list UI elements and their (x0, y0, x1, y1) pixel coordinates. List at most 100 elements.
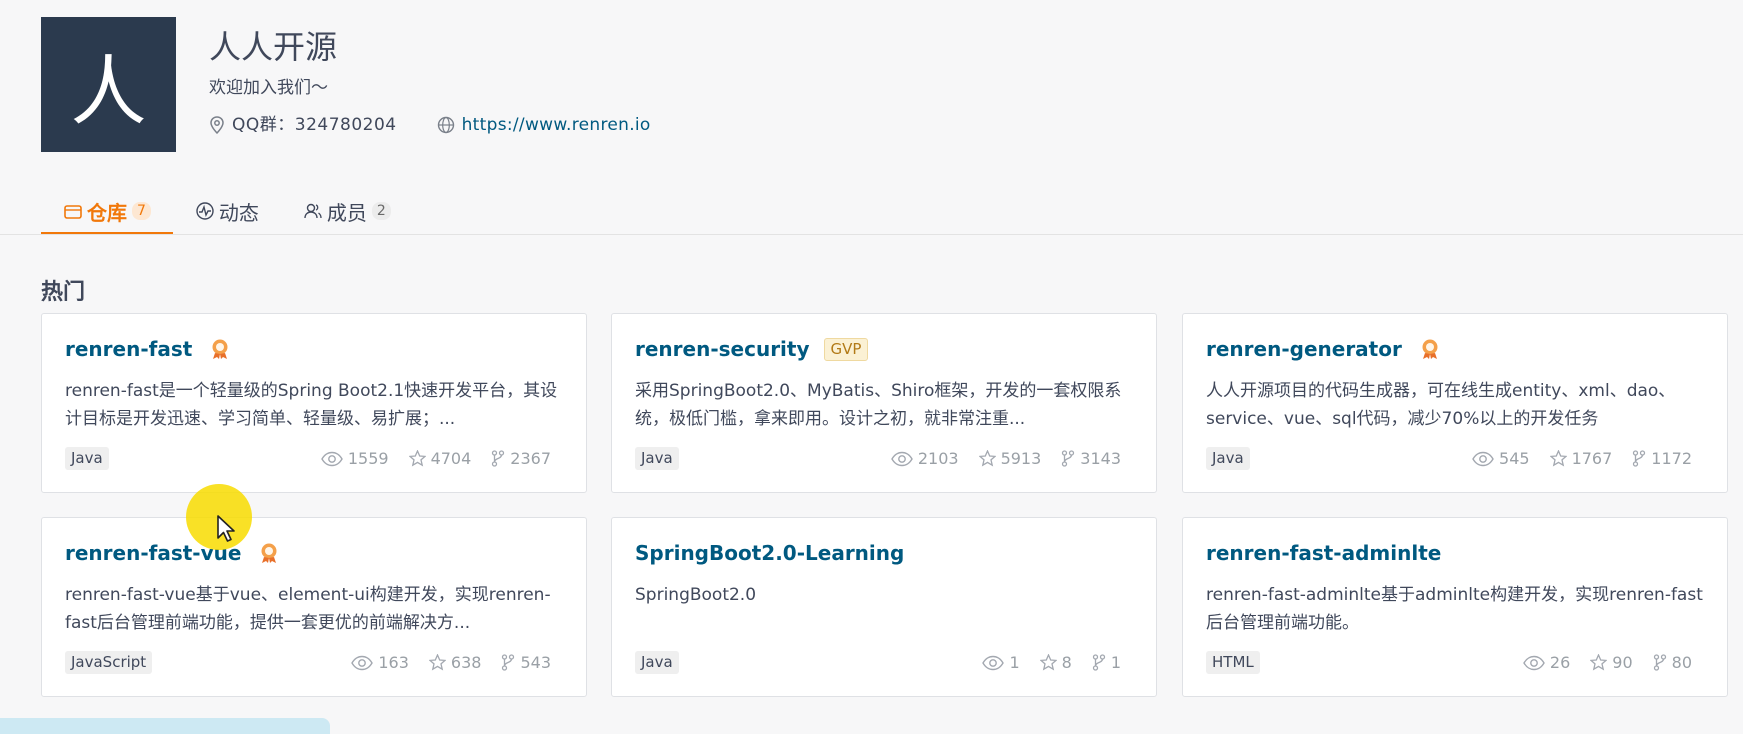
language-tag[interactable]: Java (1206, 447, 1250, 470)
watch-count-text: 1 (1009, 653, 1020, 672)
location-icon (210, 116, 224, 134)
repo-name-link[interactable]: renren-security (635, 337, 810, 361)
repo-description: renren-fast是一个轻量级的Spring Boot2.1快速开发平台，其… (65, 381, 558, 429)
fork-icon (1633, 450, 1646, 467)
org-header: 人 人人开源 欢迎加入我们～ QQ群：324780204 https://www… (41, 17, 651, 152)
card-footer: Java 1 8 1 (635, 651, 1133, 674)
repo-stats: 163 638 543 (331, 653, 551, 672)
fork-count-text: 3143 (1080, 449, 1121, 468)
section-title-hot: 热门 (41, 280, 86, 305)
members-icon (304, 203, 322, 219)
star-icon (978, 450, 996, 467)
org-avatar[interactable]: 人 (41, 17, 176, 152)
star-count-text: 5913 (1000, 449, 1042, 468)
fork-count: 543 (501, 653, 551, 672)
repo-card[interactable]: renren-generator 人人开源项目的代码生成器，可在线生成entit… (1182, 313, 1728, 493)
repo-card[interactable]: renren-fast renren-fast是一个轻量级的Spring Boo… (41, 313, 587, 493)
star-count-text: 638 (450, 653, 482, 672)
watch-count-text: 163 (378, 653, 409, 672)
card-footer: JavaScript 163 638 543 (65, 651, 563, 674)
card-footer: Java 1559 4704 2367 (65, 447, 563, 470)
fork-icon (502, 654, 515, 671)
org-meta: QQ群：324780204 https://www.renren.io (209, 113, 651, 137)
card-footer: Java 2103 5913 3143 (635, 447, 1133, 470)
language-tag[interactable]: Java (65, 447, 109, 470)
card-title-row: renren-fast-adminlte (1206, 538, 1704, 568)
qq-group: QQ群：324780204 (209, 113, 397, 137)
repo-card[interactable]: renren-fast-vue renren-fast-vue基于vue、ele… (41, 517, 587, 697)
website[interactable]: https://www.renren.io (437, 113, 651, 137)
repo-name-link[interactable]: SpringBoot2.0-Learning (635, 541, 904, 565)
repo-card[interactable]: SpringBoot2.0-Learning SpringBoot2.0 Jav… (611, 517, 1157, 697)
card-title-row: renren-fast (65, 334, 563, 364)
star-count: 8 (1039, 653, 1072, 672)
language-tag[interactable]: HTML (1206, 651, 1260, 674)
repo-name-link[interactable]: renren-generator (1206, 337, 1402, 361)
org-tabs: 仓库 7 动态 成员 2 (41, 188, 413, 235)
watch-count: 1559 (321, 449, 389, 468)
watch-count: 26 (1523, 653, 1570, 672)
star-icon (1590, 654, 1608, 671)
star-icon (428, 654, 446, 671)
star-count-text: 8 (1061, 653, 1072, 672)
repo-name-link[interactable]: renren-fast-adminlte (1206, 541, 1441, 565)
card-footer: Java 545 1767 1172 (1206, 447, 1704, 470)
watch-count: 2103 (891, 449, 959, 468)
star-count: 4704 (408, 449, 471, 468)
website-link[interactable]: https://www.renren.io (462, 113, 651, 137)
repo-stats: 26 90 80 (1503, 653, 1692, 672)
activity-icon (196, 202, 214, 220)
tab-activity[interactable]: 动态 (173, 188, 281, 234)
star-count: 5913 (978, 449, 1042, 468)
watch-count-text: 26 (1549, 653, 1571, 672)
star-count-text: 1767 (1571, 449, 1613, 468)
fork-count: 80 (1653, 653, 1692, 672)
bottom-strip (0, 718, 330, 734)
org-description: 欢迎加入我们～ (209, 78, 328, 98)
star-icon (408, 450, 426, 467)
repo-stats: 545 1767 1172 (1452, 449, 1692, 468)
repo-description: SpringBoot2.0 (635, 585, 757, 605)
eye-icon (1472, 451, 1494, 466)
repo-name-link[interactable]: renren-fast (65, 337, 192, 361)
card-title-row: renren-fast-vue (65, 538, 563, 568)
tab-label: 成员 (326, 200, 367, 225)
fork-icon (1653, 654, 1666, 671)
mouse-cursor-icon (217, 515, 235, 542)
watch-count-text: 1559 (347, 449, 389, 468)
watch-count: 545 (1472, 449, 1530, 468)
repo-icon (64, 205, 82, 219)
org-info: 人人开源 欢迎加入我们～ QQ群：324780204 https://www.r… (209, 17, 651, 152)
fork-count: 3143 (1061, 449, 1121, 468)
fork-count: 1172 (1632, 449, 1692, 468)
gvp-badge: GVP (823, 337, 869, 361)
tab-members[interactable]: 成员 2 (281, 188, 413, 234)
repo-card[interactable]: renren-fast-adminlte renren-fast-adminlt… (1182, 517, 1728, 697)
eye-icon (321, 451, 343, 466)
repo-card[interactable]: renren-security GVP 采用SpringBoot2.0、MyBa… (611, 313, 1157, 493)
globe-icon (437, 116, 454, 134)
fork-icon (1062, 450, 1075, 467)
tab-divider (0, 234, 1743, 235)
watch-count-text: 545 (1499, 449, 1530, 468)
fork-count-text: 2367 (510, 449, 551, 468)
fork-count-text: 1 (1110, 653, 1121, 672)
fork-count-text: 1172 (1651, 449, 1692, 468)
star-icon (1039, 654, 1057, 671)
tab-count: 2 (371, 202, 391, 220)
watch-count-text: 2103 (917, 449, 959, 468)
fork-icon (1092, 654, 1105, 671)
repo-stats: 1559 4704 2367 (301, 449, 551, 468)
repo-description: 采用SpringBoot2.0、MyBatis、Shiro框架，开发的一套权限系… (635, 381, 1122, 429)
repo-stats: 1 8 1 (962, 653, 1121, 672)
star-icon (1549, 450, 1567, 467)
language-tag[interactable]: Java (635, 447, 679, 470)
language-tag[interactable]: JavaScript (65, 651, 153, 674)
language-tag[interactable]: Java (635, 651, 679, 674)
watch-count: 163 (351, 653, 409, 672)
award-icon (259, 542, 279, 564)
award-icon (210, 338, 230, 360)
tab-repositories[interactable]: 仓库 7 (41, 188, 173, 235)
tab-label: 仓库 (87, 200, 127, 225)
repo-description: 人人开源项目的代码生成器，可在线生成entity、xml、dao、service… (1206, 381, 1676, 429)
